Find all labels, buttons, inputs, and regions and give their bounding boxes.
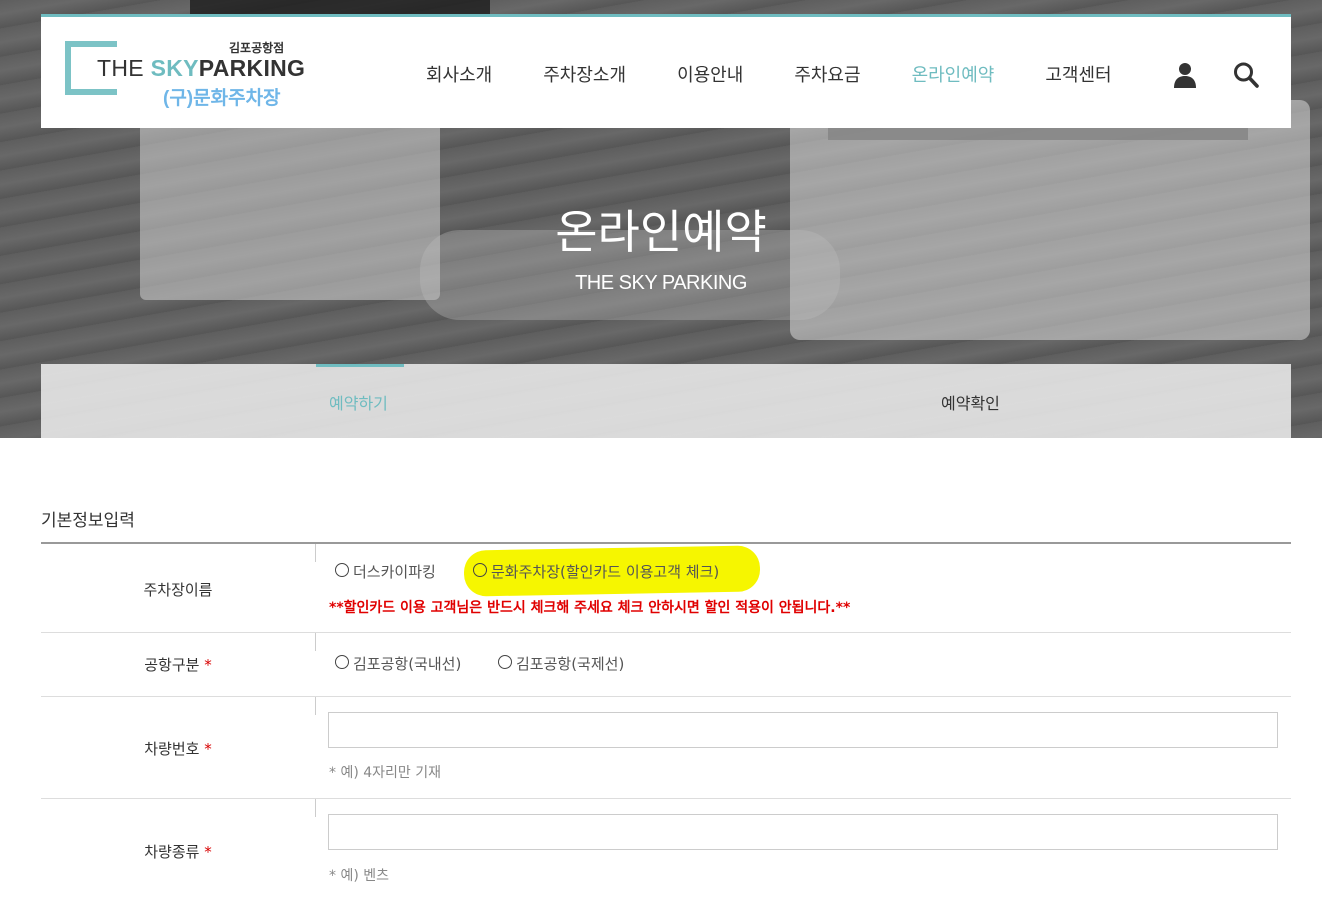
radio-circle-icon <box>498 655 512 669</box>
site-header: 김포공항점 THE SKYPARKING (구)문화주차장 회사소개 주차장소개… <box>41 14 1291 128</box>
tab-reserve[interactable]: 예약하기 <box>329 390 388 414</box>
radio-label: 문화주차장(할인카드 이용고객 체크) <box>491 563 720 581</box>
row-divider <box>315 799 316 817</box>
airport-label: 공항구분 * <box>41 654 315 675</box>
row-divider <box>315 633 316 651</box>
logo-former-name: (구)문화주차장 <box>163 88 281 109</box>
required-mark: * <box>204 656 212 674</box>
logo-name: THE SKYPARKING <box>97 55 305 82</box>
row-divider <box>315 697 316 715</box>
active-tab-indicator <box>316 364 404 367</box>
car-type-hint: * 예) 벤츠 <box>329 868 390 884</box>
site-logo[interactable]: 김포공항점 THE SKYPARKING (구)문화주차장 <box>65 39 305 111</box>
nav-item-company[interactable]: 회사소개 <box>426 61 492 87</box>
radio-circle-icon <box>473 563 487 577</box>
radio-gimpo-international[interactable]: 김포공항(국제선) <box>498 653 624 674</box>
logo-the: THE <box>97 55 151 81</box>
reservation-form: 주차장이름 더스카이파킹 문화주차장(할인카드 이용고객 체크) **할인카드 … <box>41 542 1291 909</box>
radio-label: 더스카이파킹 <box>353 563 436 581</box>
car-number-label: 차량번호 * <box>41 738 315 759</box>
required-mark: * <box>204 740 212 758</box>
radio-circle-icon <box>335 655 349 669</box>
car-number-input[interactable] <box>328 712 1278 748</box>
hero-title: 온라인예약 <box>555 206 767 258</box>
nav-item-customer-center[interactable]: 고객센터 <box>1045 61 1111 87</box>
radio-label: 김포공항(국내선) <box>353 655 462 673</box>
form-row-car-number: 차량번호 * * 예) 4자리만 기재 <box>41 697 1291 799</box>
nav-item-fees[interactable]: 주차요금 <box>794 61 860 87</box>
section-title: 기본정보입력 <box>41 511 135 531</box>
form-row-car-type: 차량종류 * * 예) 벤츠 <box>41 799 1291 909</box>
row-divider <box>315 544 316 562</box>
required-mark: * <box>204 843 212 861</box>
form-row-airport: 공항구분 * 김포공항(국내선) 김포공항(국제선) <box>41 633 1291 697</box>
nav-item-guide[interactable]: 이용안내 <box>677 61 743 87</box>
search-icon[interactable] <box>1233 61 1259 89</box>
main-nav: 회사소개 주차장소개 이용안내 주차요금 온라인예약 고객센터 <box>426 61 1163 87</box>
radio-gimpo-domestic[interactable]: 김포공항(국내선) <box>335 653 461 674</box>
parking-name-label: 주차장이름 <box>143 581 213 599</box>
car-number-label-text: 차량번호 <box>144 740 200 758</box>
nav-item-parking-intro[interactable]: 주차장소개 <box>543 61 626 87</box>
tab-confirm[interactable]: 예약확인 <box>941 390 1000 414</box>
logo-sky: SKY <box>150 55 199 81</box>
airport-label-text: 공항구분 <box>144 656 200 674</box>
logo-parking: PARKING <box>198 55 306 81</box>
radio-skyparking[interactable]: 더스카이파킹 <box>335 561 436 582</box>
form-row-parking-name: 주차장이름 더스카이파킹 문화주차장(할인카드 이용고객 체크) **할인카드 … <box>41 544 1291 633</box>
car-type-label: 차량종류 * <box>41 841 315 862</box>
nav-item-online-reservation[interactable]: 온라인예약 <box>912 61 995 87</box>
radio-circle-icon <box>335 563 349 577</box>
car-number-hint: * 예) 4자리만 기재 <box>329 765 441 781</box>
logo-branch: 김포공항점 <box>229 41 285 55</box>
car-type-input[interactable] <box>328 814 1278 850</box>
discount-warning: **할인카드 이용 고객님은 반드시 체크해 주세요 체크 안하시면 할인 적용… <box>329 600 851 616</box>
radio-label: 김포공항(국제선) <box>516 655 625 673</box>
user-icon[interactable] <box>1173 61 1197 89</box>
car-type-label-text: 차량종류 <box>144 843 200 861</box>
hero-subtitle: THE SKY PARKING <box>575 272 747 294</box>
hero-bg-shape <box>190 0 490 14</box>
sub-tab-bar: 예약하기 예약확인 <box>41 364 1291 438</box>
radio-munhwa[interactable]: 문화주차장(할인카드 이용고객 체크) <box>473 561 719 582</box>
